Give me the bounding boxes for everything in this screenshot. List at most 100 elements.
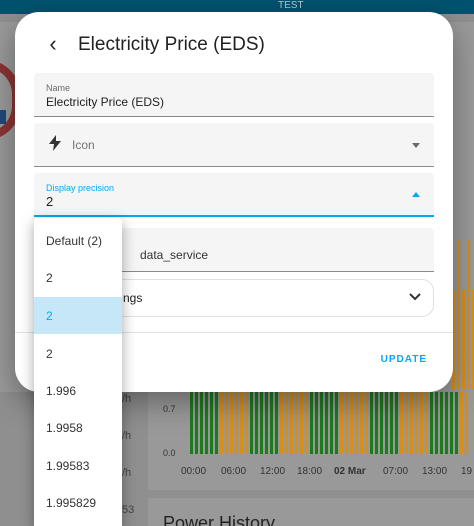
advanced-settings-label: ngs	[123, 291, 143, 305]
background-chart-bars-right	[452, 230, 474, 390]
chart-bar	[410, 392, 413, 454]
lightning-bolt-icon	[49, 135, 61, 151]
chart-bar	[345, 392, 348, 454]
chart-bar	[310, 392, 313, 454]
chart-bar	[280, 392, 283, 454]
chart-bar	[462, 290, 465, 390]
background-logo-accent	[0, 110, 6, 124]
x-tick: 13:00	[422, 466, 448, 477]
chart-bar	[265, 392, 268, 454]
chart-bar	[455, 392, 458, 454]
chart-bar	[270, 392, 273, 454]
toolbar-label: TEST	[278, 0, 304, 11]
chart-bar	[285, 392, 288, 454]
chart-bar	[325, 392, 328, 454]
chart-bar	[195, 392, 198, 454]
chart-bar	[200, 392, 203, 454]
chart-bar	[420, 392, 423, 454]
lightning-bolt-icon	[49, 135, 61, 155]
chart-bar	[275, 392, 278, 454]
chart-bar	[305, 392, 308, 454]
precision-option-selected[interactable]: 2	[34, 297, 122, 334]
back-button[interactable]: ‹	[41, 31, 65, 56]
chart-bar	[360, 392, 363, 454]
chart-bar	[255, 392, 258, 454]
chart-bar	[415, 392, 418, 454]
chart-bar	[235, 392, 238, 454]
chart-bar	[225, 392, 228, 454]
dialog-title: Electricity Price (EDS)	[78, 34, 265, 55]
chart-bar	[457, 240, 460, 390]
chevron-down-icon	[409, 293, 421, 301]
chart-bar	[430, 392, 433, 454]
chart-bar	[355, 392, 358, 454]
y-tick: 0.0	[163, 448, 176, 458]
dropdown-arrow-up-icon	[412, 192, 420, 197]
precision-option[interactable]: Default (2)	[34, 222, 122, 259]
chart-bar	[210, 392, 213, 454]
chart-bar	[365, 392, 368, 454]
chart-bar	[465, 392, 468, 454]
background-chart-bars	[190, 392, 474, 454]
chart-bar	[330, 392, 333, 454]
side-value: /h	[122, 393, 132, 405]
chart-bar	[205, 392, 208, 454]
x-tick: 00:00	[181, 466, 207, 477]
chart-bar	[405, 392, 408, 454]
precision-option[interactable]: 1.995829	[34, 484, 122, 521]
chart-bar	[290, 392, 293, 454]
chart-bar	[445, 392, 448, 454]
x-tick: 12:00	[260, 466, 286, 477]
chart-bar	[390, 392, 393, 454]
chart-bar	[320, 392, 323, 454]
name-field-value: Electricity Price (EDS)	[46, 95, 165, 109]
chart-bar	[340, 392, 343, 454]
precision-option[interactable]: 2	[34, 259, 122, 296]
power-history-title: Power History	[163, 513, 276, 526]
x-tick: 06:00	[221, 466, 247, 477]
chevron-left-icon: ‹	[49, 31, 57, 56]
chart-bar	[295, 392, 298, 454]
chart-bar	[425, 392, 428, 454]
chart-bar	[370, 392, 373, 454]
side-value: 53	[122, 504, 135, 516]
precision-option[interactable]: 1.99583	[34, 447, 122, 484]
chart-bar	[435, 392, 438, 454]
update-button[interactable]: UPDATE	[381, 354, 427, 365]
entity-id-value: data_service	[140, 248, 209, 262]
chart-bar	[230, 392, 233, 454]
side-value: /h	[122, 467, 132, 479]
chart-bar	[240, 392, 243, 454]
chart-bar	[450, 392, 453, 454]
chart-bar	[350, 392, 353, 454]
precision-options-menu: Default (2) 2 2 2 1.996 1.9958 1.99583 1…	[34, 218, 122, 526]
display-precision-value: 2	[46, 194, 54, 209]
display-precision-select[interactable]: Display precision 2	[34, 173, 434, 217]
chart-bar	[260, 392, 263, 454]
chart-bar	[385, 392, 388, 454]
chart-bar	[460, 392, 463, 454]
x-tick: 07:00	[383, 466, 409, 477]
chart-bar	[395, 392, 398, 454]
x-tick: 19	[461, 466, 473, 477]
chart-bar	[440, 392, 443, 454]
dropdown-arrow-icon	[412, 143, 420, 148]
icon-picker[interactable]: Icon	[34, 123, 434, 167]
precision-option[interactable]: 2	[34, 335, 122, 372]
x-tick: 18:00	[297, 466, 323, 477]
display-precision-label: Display precision	[46, 183, 115, 193]
name-field[interactable]: Name Electricity Price (EDS)	[34, 73, 434, 117]
chart-bar	[315, 392, 318, 454]
chart-bar	[467, 240, 470, 390]
chevron-down-icon	[409, 288, 421, 304]
x-tick: 02 Mar	[334, 466, 366, 477]
name-field-label: Name	[46, 83, 71, 93]
chart-bar	[245, 392, 248, 454]
chart-bar	[400, 392, 403, 454]
precision-option[interactable]: 1.996	[34, 372, 122, 409]
precision-option[interactable]: 1.9958	[34, 409, 122, 446]
chart-bar	[380, 392, 383, 454]
side-value: /h	[122, 430, 132, 442]
icon-picker-placeholder: Icon	[72, 138, 95, 152]
chart-bar	[375, 392, 378, 454]
